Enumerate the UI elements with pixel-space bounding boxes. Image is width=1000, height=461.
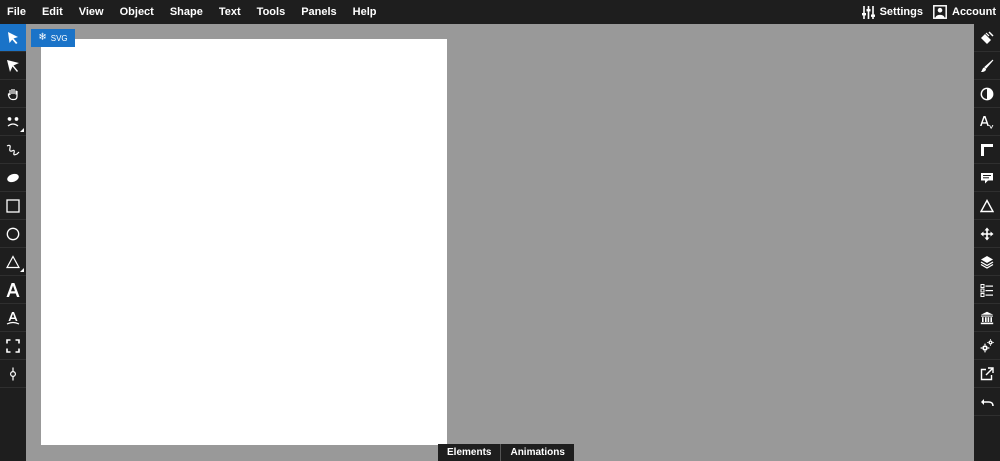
undo-tool[interactable] <box>974 388 1000 416</box>
hand-icon <box>7 88 18 100</box>
character-icon <box>7 116 19 127</box>
ellipse-brush-icon <box>7 173 19 182</box>
node-select-tool[interactable] <box>0 52 26 80</box>
rectangle-tool[interactable] <box>0 192 26 220</box>
menu-text[interactable]: Text <box>211 0 249 24</box>
select-icon <box>8 31 18 44</box>
triangle-outline-icon <box>980 198 994 212</box>
menu-file[interactable]: File <box>0 0 34 24</box>
account-button[interactable]: Account <box>928 0 1000 24</box>
gears-icon <box>980 338 994 352</box>
speech-bubble-icon <box>981 172 993 183</box>
settings-button[interactable]: Settings <box>857 0 928 24</box>
text-tool[interactable] <box>0 276 26 304</box>
ruler-icon <box>981 143 993 156</box>
node-icon <box>9 367 17 380</box>
triangle-outline-tool[interactable] <box>974 192 1000 220</box>
node-tool[interactable] <box>0 360 26 388</box>
menu-list: File Edit View Object Shape Text Tools P… <box>0 0 385 24</box>
font-size-tool[interactable] <box>974 108 1000 136</box>
hand-tool[interactable] <box>0 80 26 108</box>
fill-bucket-tool[interactable] <box>974 24 1000 52</box>
ellipse-brush-tool[interactable] <box>0 164 26 192</box>
menu-edit[interactable]: Edit <box>34 0 71 24</box>
svg-badge-label: SVG <box>50 33 68 43</box>
tab-elements[interactable]: Elements <box>438 444 501 461</box>
list-icon <box>980 283 993 297</box>
settings-label: Settings <box>879 6 923 18</box>
menu-panels[interactable]: Panels <box>293 0 344 24</box>
account-icon <box>933 5 947 19</box>
menu-view[interactable]: View <box>71 0 112 24</box>
right-toolbar <box>974 24 1000 461</box>
gears-tool[interactable] <box>974 332 1000 360</box>
select-tool[interactable] <box>0 24 26 52</box>
tab-animations[interactable]: Animations <box>500 444 574 461</box>
menu-object[interactable]: Object <box>112 0 162 24</box>
move-icon <box>980 227 994 240</box>
list-tool[interactable] <box>974 276 1000 304</box>
menubar-right: Settings Account <box>857 0 1000 24</box>
text-path-tool[interactable] <box>0 304 26 332</box>
speech-bubble-tool[interactable] <box>974 164 1000 192</box>
contrast-tool[interactable] <box>974 80 1000 108</box>
svg-badge[interactable]: ❄ SVG <box>31 29 75 47</box>
menu-tools[interactable]: Tools <box>249 0 294 24</box>
brush-icon <box>981 59 994 72</box>
rectangle-icon <box>6 198 20 213</box>
circle-tool[interactable] <box>0 220 26 248</box>
export-icon <box>980 366 994 380</box>
menubar: File Edit View Object Shape Text Tools P… <box>0 0 1000 24</box>
layers-icon <box>980 255 994 269</box>
ruler-tool[interactable] <box>974 136 1000 164</box>
library-tool[interactable] <box>974 304 1000 332</box>
menu-shape[interactable]: Shape <box>162 0 211 24</box>
font-size-icon <box>980 115 994 129</box>
circle-icon <box>6 227 20 240</box>
pen-tool[interactable] <box>0 136 26 164</box>
text-icon <box>6 282 20 297</box>
undo-icon <box>981 398 994 406</box>
snowflake-icon: ❄ <box>38 32 47 43</box>
brush-tool[interactable] <box>974 52 1000 80</box>
move-tool[interactable] <box>974 220 1000 248</box>
menu-help[interactable]: Help <box>345 0 385 24</box>
submenu-flag <box>20 128 24 132</box>
workspace: ❄ SVG Elements Animations <box>26 24 974 461</box>
triangle-tool[interactable] <box>0 248 26 276</box>
fill-bucket-icon <box>981 30 994 44</box>
triangle-icon <box>6 254 20 268</box>
library-icon <box>980 311 994 324</box>
layers-tool[interactable] <box>974 248 1000 276</box>
canvas-paper[interactable] <box>41 39 447 445</box>
node-select-icon <box>7 59 19 72</box>
fullscreen-icon <box>6 338 20 353</box>
submenu-flag <box>20 268 24 272</box>
left-toolbar <box>0 24 26 461</box>
sliders-icon <box>861 5 875 19</box>
bottom-tabs: Elements Animations <box>438 444 574 461</box>
export-tool[interactable] <box>974 360 1000 388</box>
text-path-icon <box>6 311 20 325</box>
fullscreen-tool[interactable] <box>0 332 26 360</box>
account-label: Account <box>952 6 996 18</box>
character-tool[interactable] <box>0 108 26 136</box>
contrast-icon <box>980 87 994 100</box>
pen-icon <box>6 144 20 155</box>
